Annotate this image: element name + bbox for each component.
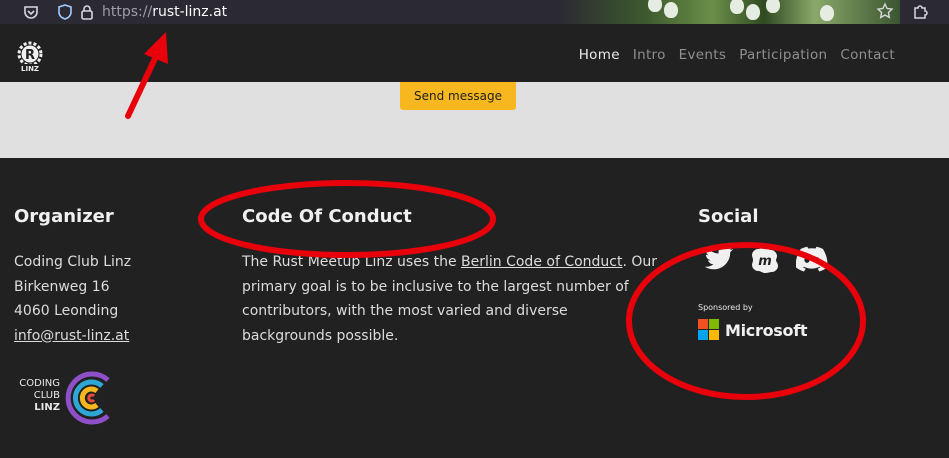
send-message-button[interactable]: Send message [400, 82, 516, 110]
microsoft-logo-icon [698, 319, 719, 340]
nav-home[interactable]: Home [579, 47, 620, 63]
svg-text:R: R [25, 48, 35, 63]
twitter-icon[interactable] [704, 246, 734, 272]
url-bar[interactable]: https://rust-linz.at [102, 2, 227, 22]
nav-events[interactable]: Events [679, 47, 727, 63]
browser-toolbar: https://rust-linz.at [0, 0, 949, 24]
shield-icon[interactable] [56, 3, 74, 21]
nav-intro[interactable]: Intro [633, 47, 666, 63]
organizer-email-link[interactable]: info@rust-linz.at [14, 328, 129, 344]
nav-participation[interactable]: Participation [739, 47, 827, 63]
rust-linz-logo[interactable]: R LINZ [14, 40, 46, 72]
page: https://rust-linz.at R LINZ Home Intro E… [0, 0, 949, 458]
coding-club-logo-text: CODING CLUB LINZ [19, 378, 60, 413]
url-host: rust-linz.at [152, 4, 228, 20]
organizer-name: Coding Club Linz [14, 254, 132, 270]
contact-form-area: Send message [0, 82, 949, 158]
microsoft-sponsor-logo[interactable]: Microsoft [698, 319, 808, 341]
organizer-address: Coding Club Linz Birkenweg 16 4060 Leond… [14, 250, 131, 348]
site-navbar: R LINZ Home Intro Events Participation C… [0, 28, 949, 82]
svg-text:m: m [758, 254, 772, 269]
coc-heading: Code Of Conduct [242, 206, 412, 227]
organizer-heading: Organizer [14, 206, 114, 227]
berlin-coc-link[interactable]: Berlin Code of Conduct [461, 254, 622, 270]
organizer-city: 4060 Leonding [14, 303, 119, 319]
svg-text:LINZ: LINZ [21, 65, 39, 72]
sponsored-label: Sponsored by [698, 303, 753, 312]
star-icon[interactable] [876, 2, 894, 20]
lock-icon[interactable] [78, 3, 96, 21]
main-nav: Home Intro Events Participation Contact [579, 47, 895, 63]
coc-paragraph: The Rust Meetup Linz uses the Berlin Cod… [242, 254, 658, 344]
pocket-icon[interactable] [22, 3, 40, 21]
meetup-icon[interactable]: m [750, 246, 780, 274]
toolbar-background-image [560, 0, 900, 24]
organizer-street: Birkenweg 16 [14, 278, 110, 295]
microsoft-wordmark: Microsoft [725, 320, 808, 340]
coding-club-linz-logo[interactable]: CODING CLUB LINZ [14, 366, 124, 430]
puzzle-icon[interactable] [912, 2, 930, 20]
url-scheme: https:// [102, 4, 153, 20]
social-icons: m [704, 246, 828, 274]
coding-club-logo-icon [65, 371, 110, 425]
footer: Organizer Coding Club Linz Birkenweg 16 … [0, 158, 949, 458]
discord-icon[interactable] [796, 246, 828, 272]
social-heading: Social [698, 206, 759, 227]
nav-contact[interactable]: Contact [840, 47, 895, 63]
